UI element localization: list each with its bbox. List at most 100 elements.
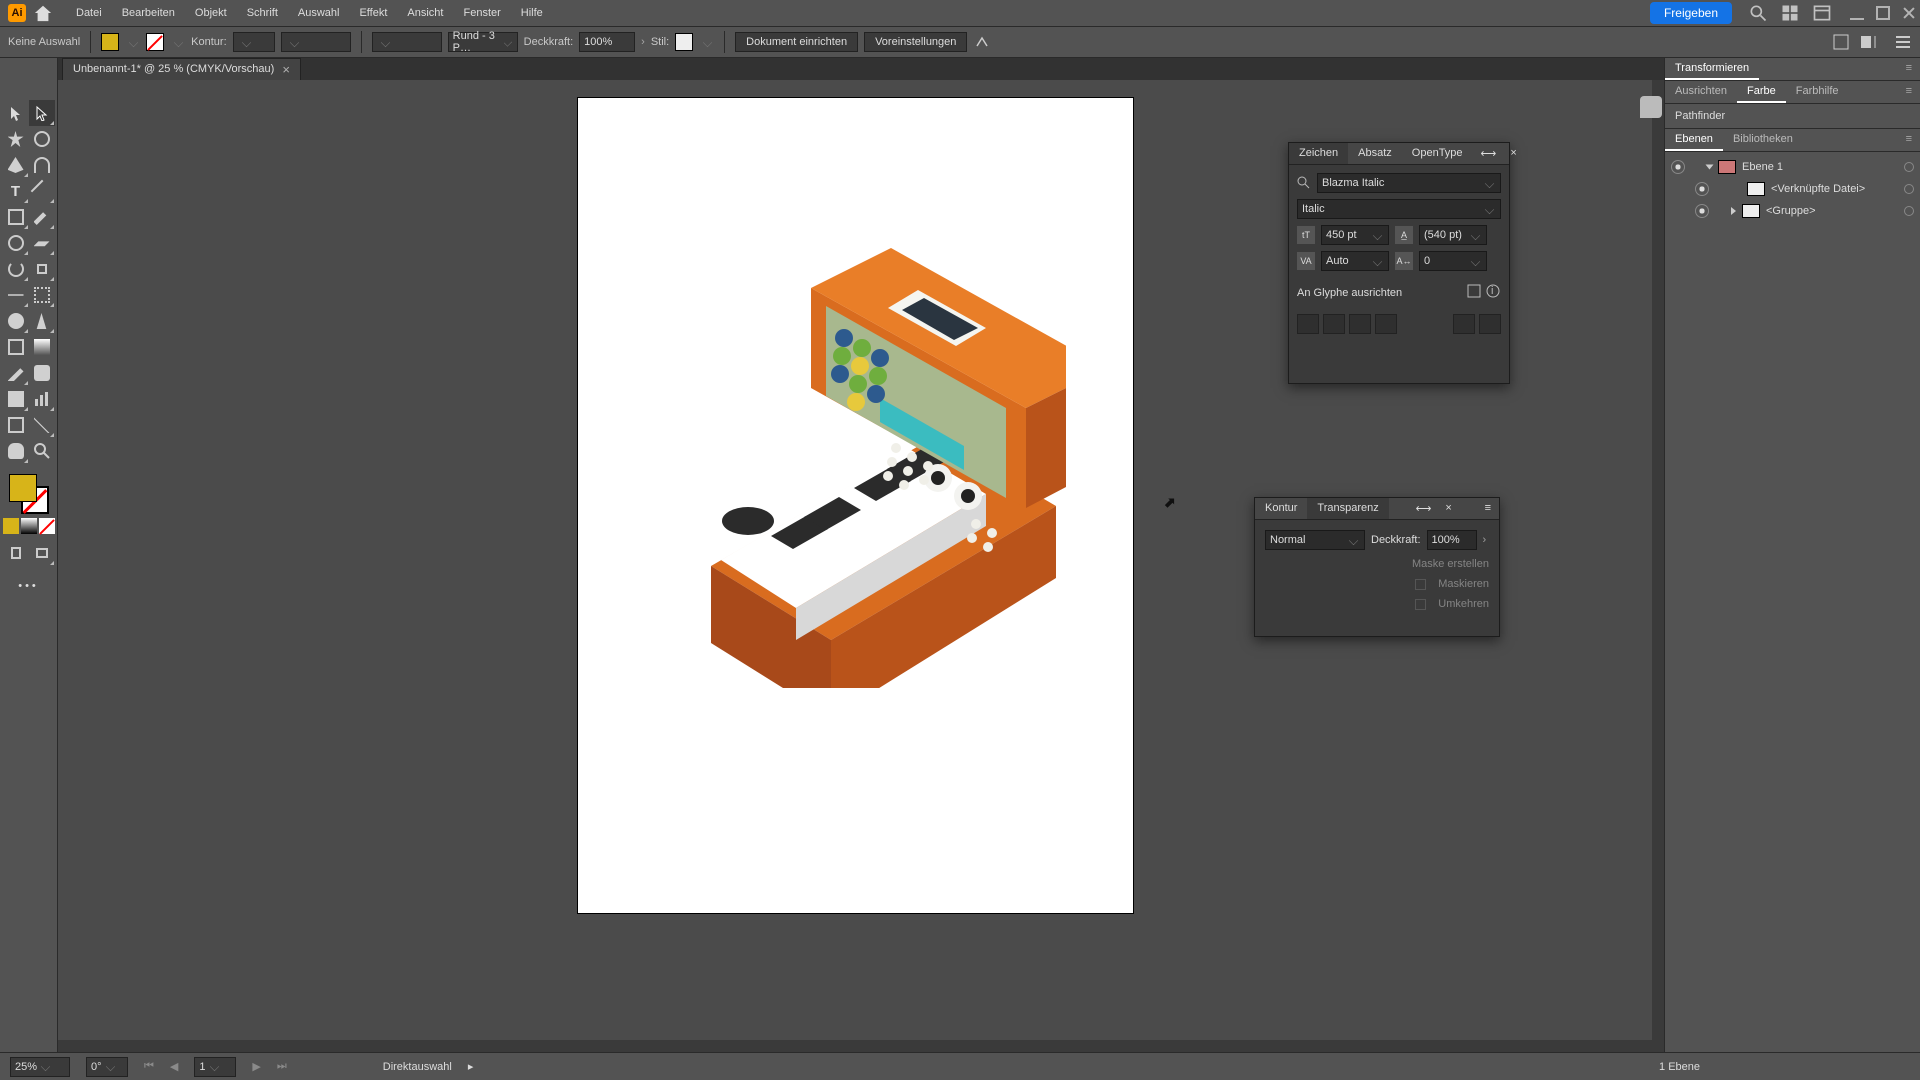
curvature-tool[interactable] (29, 152, 55, 178)
color-panel-menu-icon[interactable]: ≡ (1898, 81, 1920, 103)
graphic-style-swatch[interactable] (675, 33, 693, 51)
type-tool[interactable]: T (3, 178, 29, 204)
glyph-snap-opt-4[interactable] (1375, 314, 1397, 334)
layer-twirl-icon[interactable] (1706, 165, 1714, 170)
menu-datei[interactable]: Datei (66, 0, 112, 26)
selection-tool[interactable] (3, 100, 29, 126)
fill-dropdown-icon[interactable] (129, 37, 138, 46)
tracking-input[interactable]: 0 (1419, 251, 1487, 271)
gradient-tool[interactable] (29, 334, 55, 360)
character-panel[interactable]: Zeichen Absatz OpenType ⟷ × Blazma Itali… (1288, 142, 1510, 384)
layers-locate-icon[interactable] (1720, 1058, 1738, 1076)
layers-new-sublayer-icon[interactable] (1804, 1058, 1822, 1076)
tab-opentype[interactable]: OpenType (1402, 143, 1473, 164)
none-mode-icon[interactable] (39, 518, 55, 534)
pen-tool[interactable] (3, 152, 29, 178)
artboard-nav-last-icon[interactable]: ⏭ (277, 1060, 287, 1073)
layer-name-label[interactable]: <Verknüpfte Datei> (1771, 183, 1898, 195)
transparency-panel[interactable]: Kontur Transparenz ⟷ × ≡ Normal Deckkraf… (1254, 497, 1500, 637)
share-button[interactable]: Freigeben (1650, 2, 1732, 24)
layer-visibility-icon[interactable] (1695, 204, 1709, 218)
opacity-input[interactable]: 100% (579, 32, 635, 52)
tab-transformieren[interactable]: Transformieren (1665, 58, 1759, 80)
canvas-scrollbar-horizontal[interactable] (58, 1040, 1652, 1052)
layers-new-layer-icon[interactable] (1846, 1058, 1864, 1076)
status-popup-icon[interactable]: ▸ (468, 1060, 474, 1073)
fill-color-swatch[interactable] (101, 33, 119, 51)
artboard-nav-next-icon[interactable]: ▶ (252, 1060, 260, 1073)
tab-farbhilfe[interactable]: Farbhilfe (1786, 81, 1849, 103)
menu-bearbeiten[interactable]: Bearbeiten (112, 0, 185, 26)
tab-zeichen[interactable]: Zeichen (1289, 143, 1348, 164)
arrange-docs-icon[interactable] (1780, 3, 1800, 23)
glyph-snap-opt-2[interactable] (1323, 314, 1345, 334)
layer-row[interactable]: Ebene 1 (1665, 156, 1920, 178)
shape-builder-tool[interactable] (3, 308, 29, 334)
search-icon[interactable] (1748, 3, 1768, 23)
hand-tool[interactable] (3, 438, 29, 464)
gradient-mode-icon[interactable] (21, 518, 37, 534)
menu-ansicht[interactable]: Ansicht (397, 0, 453, 26)
snap-glyph-info-icon[interactable]: i (1485, 283, 1501, 299)
stroke-profile-combo[interactable]: Rund - 3 P… (448, 32, 518, 52)
preferences-button[interactable]: Voreinstellungen (864, 32, 967, 52)
mask-clip-checkbox[interactable] (1415, 579, 1426, 590)
edit-toolbar-icon[interactable]: ••• (18, 580, 39, 592)
artboard-tool[interactable] (3, 412, 29, 438)
menu-auswahl[interactable]: Auswahl (288, 0, 350, 26)
rectangle-tool[interactable] (3, 204, 29, 230)
font-family-input[interactable]: Blazma Italic (1317, 173, 1501, 193)
artboard-nav-first-icon[interactable]: ⏮ (144, 1060, 154, 1073)
create-mask-button[interactable]: Maske erstellen (1412, 558, 1489, 570)
document-tab-close-icon[interactable]: × (282, 62, 290, 77)
font-size-input[interactable]: 450 pt (1321, 225, 1389, 245)
tab-ebenen[interactable]: Ebenen (1665, 129, 1723, 151)
tab-bibliotheken[interactable]: Bibliotheken (1723, 129, 1803, 151)
slice-tool[interactable] (29, 412, 55, 438)
document-tab[interactable]: Unbenannt-1* @ 25 % (CMYK/Vorschau) × (62, 58, 301, 81)
zoom-level-input[interactable]: 25% (10, 1057, 70, 1077)
char-panel-close-icon[interactable]: × (1504, 143, 1522, 164)
drawing-mode-normal-icon[interactable] (3, 540, 29, 566)
layers-delete-icon[interactable] (1888, 1058, 1906, 1076)
free-transform-tool[interactable] (29, 282, 55, 308)
glyph-snap-opt-1[interactable] (1297, 314, 1319, 334)
brush-definition-combo[interactable] (372, 32, 442, 52)
paintbrush-tool[interactable] (29, 204, 55, 230)
menu-schrift[interactable]: Schrift (237, 0, 288, 26)
blend-mode-select[interactable]: Normal (1265, 530, 1365, 550)
tab-farbe[interactable]: Farbe (1737, 81, 1786, 103)
magic-wand-tool[interactable] (3, 126, 29, 152)
tab-transparenz[interactable]: Transparenz (1307, 498, 1388, 519)
fill-proxy[interactable] (9, 474, 37, 502)
layer-name-label[interactable]: Ebene 1 (1742, 161, 1898, 173)
kerning-input[interactable]: Auto (1321, 251, 1389, 271)
line-segment-tool[interactable] (29, 178, 55, 204)
zoom-tool[interactable] (29, 438, 55, 464)
artboard[interactable] (578, 98, 1133, 913)
font-style-input[interactable]: Italic (1297, 199, 1501, 219)
menu-objekt[interactable]: Objekt (185, 0, 237, 26)
shaper-tool[interactable] (3, 230, 29, 256)
menu-effekt[interactable]: Effekt (349, 0, 397, 26)
glyph-snap-opt-5[interactable] (1453, 314, 1475, 334)
tab-kontur[interactable]: Kontur (1255, 498, 1307, 519)
document-setup-button[interactable]: Dokument einrichten (735, 32, 858, 52)
layer-row[interactable]: <Verknüpfte Datei> (1665, 178, 1920, 200)
comment-panel-icon[interactable] (1640, 96, 1662, 118)
tab-ausrichten[interactable]: Ausrichten (1665, 81, 1737, 103)
direct-selection-tool[interactable] (29, 100, 55, 126)
trans-panel-collapse-icon[interactable]: ⟷ (1408, 498, 1440, 519)
glyph-snap-opt-6[interactable] (1479, 314, 1501, 334)
opacity-value-input[interactable]: 100% (1427, 530, 1477, 550)
panel-menu-icon[interactable] (1894, 33, 1912, 51)
preferences-popup-icon[interactable] (973, 32, 993, 52)
tab-absatz[interactable]: Absatz (1348, 143, 1402, 164)
stroke-weight-input[interactable] (233, 32, 275, 52)
leading-input[interactable]: (540 pt) (1419, 225, 1487, 245)
window-minimize-icon[interactable] (1850, 6, 1864, 20)
layer-target-icon[interactable] (1904, 206, 1914, 216)
fill-stroke-proxy[interactable] (9, 474, 49, 514)
layer-row[interactable]: <Gruppe> (1665, 200, 1920, 222)
canvas-scrollbar-vertical[interactable] (1652, 80, 1664, 1052)
